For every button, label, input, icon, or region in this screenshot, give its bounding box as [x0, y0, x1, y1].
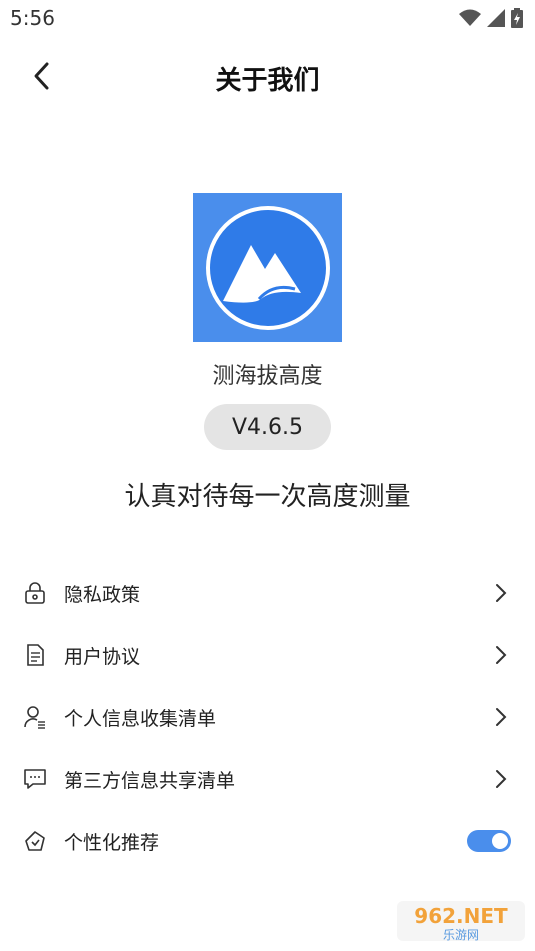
- page-title: 关于我们: [215, 66, 320, 96]
- lock-icon: [22, 580, 48, 606]
- menu-item-label: 第三方信息共享清单: [64, 769, 236, 792]
- status-bar: 5:56: [0, 0, 535, 36]
- app-slogan: 认真对待每一次高度测量: [124, 482, 411, 512]
- svg-text:乐游网: 乐游网: [443, 928, 479, 942]
- app-name: 测海拔高度: [212, 364, 323, 389]
- menu-item-label: 个人信息收集清单: [64, 707, 217, 730]
- toggle-knob: [492, 833, 508, 849]
- version-label: V4.6.5: [231, 414, 304, 440]
- menu-item-label: 隐私政策: [64, 583, 141, 606]
- status-time: 5:56: [10, 6, 55, 30]
- header: 关于我们: [0, 48, 535, 108]
- menu-item-personal-info-list[interactable]: 个人信息收集清单: [0, 686, 535, 748]
- version-badge: V4.6.5: [204, 404, 331, 450]
- document-icon: [22, 642, 48, 668]
- wifi-icon: [459, 9, 481, 31]
- battery-icon: [511, 8, 523, 32]
- chevron-right-icon: [493, 643, 509, 667]
- watermark-logo: 962.NET 乐游网: [397, 899, 527, 943]
- app-logo: [193, 193, 342, 342]
- user-list-icon: [22, 704, 48, 730]
- chevron-right-icon: [493, 705, 509, 729]
- status-icons: [459, 8, 523, 32]
- menu-item-user-agreement[interactable]: 用户协议: [0, 624, 535, 686]
- recommend-icon: [22, 828, 48, 854]
- menu-item-third-party-sharing[interactable]: 第三方信息共享清单: [0, 748, 535, 810]
- menu-item-label: 个性化推荐: [64, 831, 160, 854]
- chat-icon: [22, 766, 48, 792]
- signal-icon: [487, 9, 505, 31]
- menu-item-privacy-policy[interactable]: 隐私政策: [0, 562, 535, 624]
- chevron-right-icon: [493, 767, 509, 791]
- menu-item-label: 用户协议: [64, 645, 141, 668]
- settings-menu: 隐私政策 用户协议 个人信息收集清单 第三方信息共享清单 个性化推荐: [0, 562, 535, 872]
- menu-item-personalized-recommendation: 个性化推荐: [0, 810, 535, 872]
- mountain-icon: [205, 205, 330, 330]
- personalized-recommendation-toggle[interactable]: [467, 830, 511, 852]
- svg-text:962.NET: 962.NET: [414, 904, 508, 928]
- chevron-right-icon: [493, 581, 509, 605]
